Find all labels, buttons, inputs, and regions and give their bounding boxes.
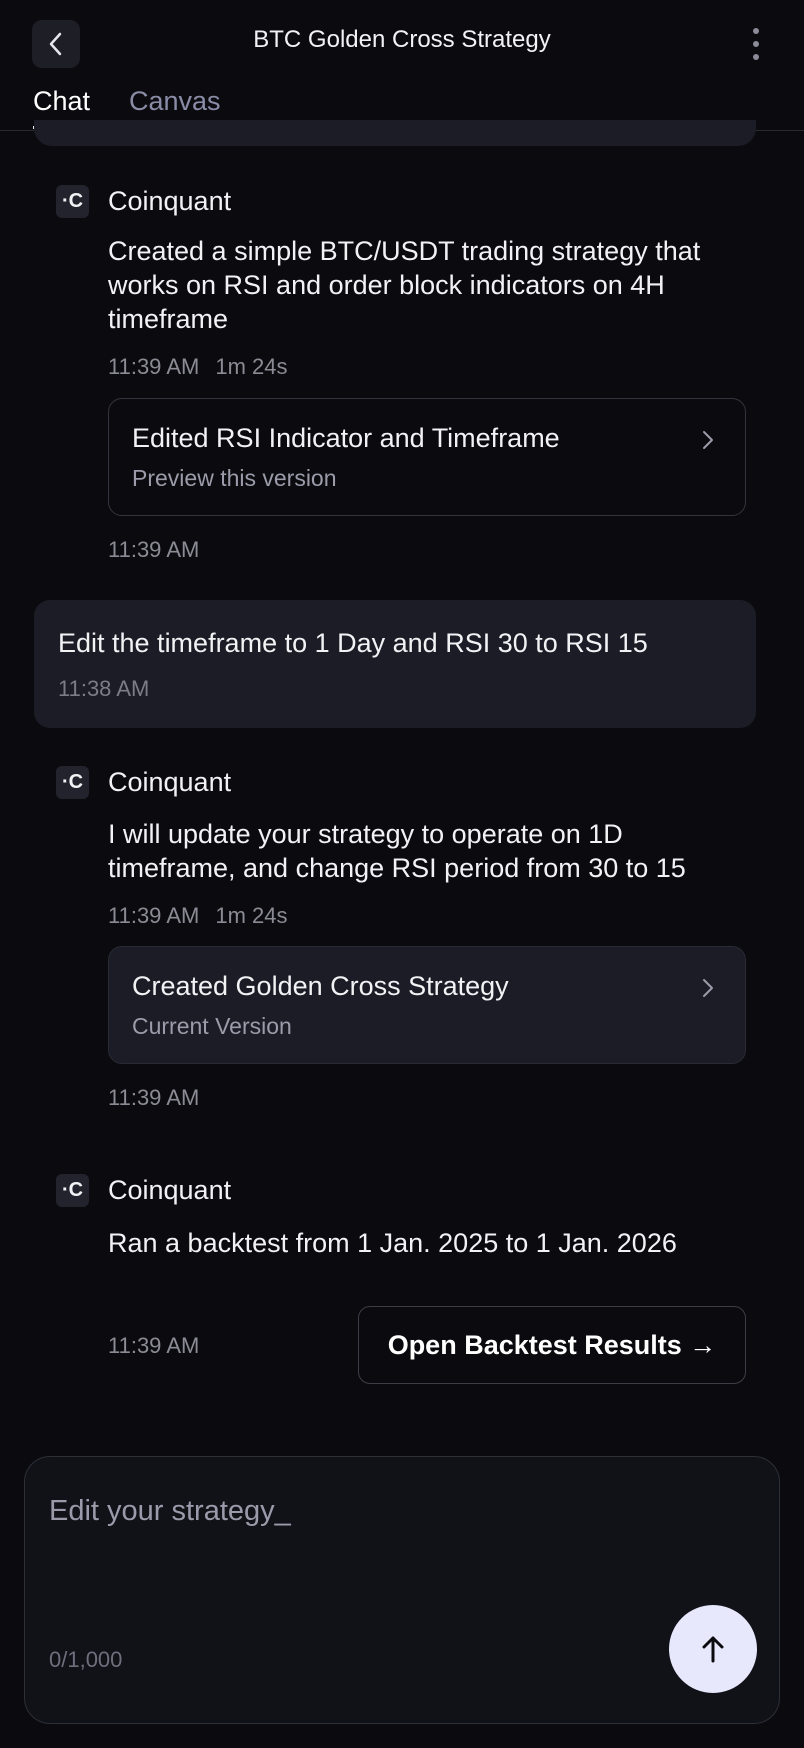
dot-icon: [753, 41, 759, 47]
bot-name: Coinquant: [108, 1175, 232, 1205]
version-card-title: Created Golden Cross Strategy: [132, 971, 509, 1001]
message-duration: 1m 24s: [215, 354, 288, 379]
character-count: 0/1,000: [49, 1647, 123, 1672]
message-time: 11:39 AM: [108, 1333, 200, 1358]
user-message-text: Edit the timeframe to 1 Day and RSI 30 t…: [58, 628, 648, 658]
message-time: 11:39 AM: [108, 354, 200, 379]
version-card[interactable]: Edited RSI Indicator and Timeframe Previ…: [108, 398, 746, 516]
previous-message-edge: [34, 120, 756, 146]
message-time: 11:39 AM: [108, 1085, 200, 1110]
user-message: Edit the timeframe to 1 Day and RSI 30 t…: [34, 600, 756, 728]
app-header: BTC Golden Cross Strategy Chat Canvas: [0, 0, 804, 131]
tab-chat[interactable]: Chat: [33, 86, 90, 117]
message-meta: 11:39 AM 1m 24s: [108, 903, 287, 929]
current-version-card[interactable]: Created Golden Cross Strategy Current Ve…: [108, 946, 746, 1064]
bot-header: ·C Coinquant: [56, 766, 231, 799]
dot-icon: [753, 28, 759, 34]
coinquant-logo-icon: ·C: [56, 185, 89, 218]
tab-canvas[interactable]: Canvas: [129, 86, 221, 117]
page-title: BTC Golden Cross Strategy: [253, 26, 551, 53]
bot-header: ·C Coinquant: [56, 1174, 231, 1207]
send-button[interactable]: [669, 1605, 757, 1693]
dot-icon: [753, 54, 759, 60]
bot-message-text: Created a simple BTC/USDT trading strate…: [108, 236, 701, 334]
message-meta: 11:39 AM 1m 24s: [108, 354, 287, 380]
version-card-subtitle: Preview this version: [132, 465, 337, 491]
version-card-title: Edited RSI Indicator and Timeframe: [132, 423, 560, 453]
message-time: 11:39 AM: [108, 903, 200, 928]
chevron-right-icon: [703, 979, 713, 997]
message-time: 11:38 AM: [58, 676, 150, 701]
message-duration: 1m 24s: [215, 903, 288, 928]
chevron-right-icon: [703, 431, 713, 449]
strategy-input[interactable]: Edit your strategy_: [49, 1495, 291, 1528]
message-composer[interactable]: Edit your strategy_ 0/1,000: [24, 1456, 780, 1724]
bot-name: Coinquant: [108, 767, 232, 797]
message-time: 11:39 AM: [108, 537, 200, 562]
arrow-up-icon: [702, 1636, 724, 1663]
coinquant-logo-icon: ·C: [56, 766, 89, 799]
bot-header: ·C Coinquant: [56, 185, 231, 218]
bot-name: Coinquant: [108, 186, 232, 216]
open-backtest-results-button[interactable]: Open Backtest Results →: [358, 1306, 746, 1384]
bot-message-text: Ran a backtest from 1 Jan. 2025 to 1 Jan…: [108, 1228, 677, 1258]
version-card-subtitle: Current Version: [132, 1013, 292, 1039]
coinquant-logo-icon: ·C: [56, 1174, 89, 1207]
more-options-button[interactable]: [746, 28, 766, 60]
bot-message-text: I will update your strategy to operate o…: [108, 819, 686, 883]
